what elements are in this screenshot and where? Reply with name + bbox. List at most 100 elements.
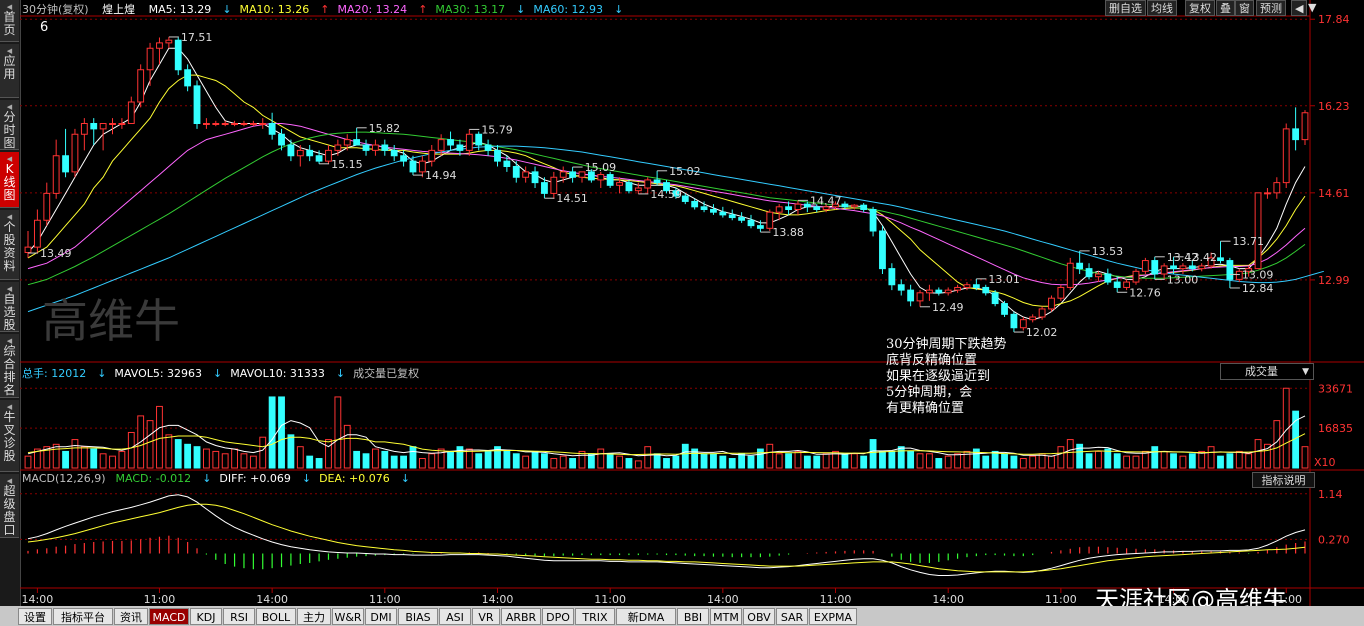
sidebar-tab[interactable]: ◀ 牛叉诊股	[0, 400, 19, 472]
indicator-tab[interactable]: KDJ	[190, 608, 222, 625]
toolbar-button[interactable]: 预测	[1256, 0, 1286, 16]
indicator-legend-item: MACD: -0.012	[115, 472, 192, 485]
sidebar-tab[interactable]: ◀ 首页	[0, 0, 19, 42]
candle-body	[306, 149, 314, 157]
y-tick-label: 16.23	[1318, 100, 1350, 113]
vol-ma-line-mavol10	[27, 433, 1306, 456]
sidebar-tab[interactable]: ◀ 超级盘口	[0, 474, 19, 538]
volume-bar	[794, 450, 802, 469]
price-label: 17.51	[181, 31, 213, 44]
volume-bar	[756, 448, 764, 469]
candle-body	[1141, 260, 1149, 272]
toolbar-button[interactable]: 窗	[1235, 0, 1254, 16]
volume-bar	[663, 458, 670, 469]
candle-body	[249, 123, 257, 125]
price-label: 13.01	[988, 273, 1020, 286]
price-label: 12.76	[1129, 286, 1161, 299]
volume-bar	[193, 446, 201, 469]
volume-bar	[710, 453, 717, 469]
indicator-tab[interactable]: RSI	[223, 608, 255, 625]
indicator-tab[interactable]: 设置	[18, 608, 52, 625]
toolbar-button[interactable]: 叠	[1216, 0, 1235, 16]
toolbar-button[interactable]: 删自选	[1105, 0, 1146, 16]
toolbar-button[interactable]: 复权	[1185, 0, 1215, 16]
sidebar-tab[interactable]: ◀ 综合排名	[0, 334, 19, 398]
candle-body	[616, 182, 623, 186]
sidebar-tab[interactable]: ◀ K线图	[0, 152, 19, 208]
sidebar-tab[interactable]: ◀ 应用	[0, 44, 19, 98]
indicator-tab[interactable]: SAR	[776, 608, 808, 625]
indicator-tab[interactable]: DMI	[365, 608, 397, 625]
candle-body	[1104, 273, 1112, 283]
volume-bar	[1207, 446, 1215, 469]
volume-bar	[728, 458, 736, 469]
sidebar: ◀ 首页 ◀ 应用 ◀ 分时图 ◀ K线图 ◀ 个股资料 ◀ 自选股 ◀ 综合排名 ◀ 牛叉诊股 ◀ 超级盘口	[0, 0, 21, 606]
candle-body	[1001, 303, 1008, 315]
volume-bar	[616, 455, 623, 469]
indicator-tab[interactable]: EXPMA	[809, 608, 857, 625]
volume-bar	[879, 450, 886, 469]
volume-bar	[156, 405, 163, 469]
candle-body	[1095, 273, 1102, 278]
volume-bar	[1048, 455, 1055, 469]
candle-body	[972, 284, 980, 288]
indicator-tab[interactable]: OBV	[743, 608, 775, 625]
indicator-tab[interactable]: BBI	[677, 608, 709, 625]
candle-body	[165, 39, 173, 44]
indicator-tab[interactable]: 新DMA	[616, 608, 676, 625]
volume-bar	[1010, 455, 1018, 469]
candle-body	[719, 211, 727, 216]
indicator-help-button[interactable]: 指标说明	[1252, 472, 1315, 488]
arrow-down-icon: ↓	[335, 367, 346, 380]
indicator-tab[interactable]: 资讯	[114, 608, 148, 625]
candle-body	[1085, 268, 1093, 278]
candle-body	[1226, 260, 1234, 280]
indicator-tab[interactable]: 指标平台	[53, 608, 113, 625]
candle-body	[381, 144, 389, 151]
indicator-tab[interactable]: MACD	[149, 608, 189, 625]
indicator-tab[interactable]: BIAS	[398, 608, 438, 625]
indicator-select[interactable]: 成交量 ▼	[1220, 363, 1314, 380]
chart-area[interactable]: 17.84 16.23 14.61 12.99 13.49 17.51 15.15 15.82…	[20, 0, 1364, 606]
volume-bar	[672, 455, 680, 469]
indicator-tab[interactable]: BOLL	[256, 608, 296, 625]
candle-body	[888, 268, 896, 286]
candle-body	[465, 133, 473, 151]
volume-bar	[212, 450, 220, 469]
candle-body	[1151, 260, 1159, 275]
y-tick-label: 1.14	[1318, 488, 1343, 501]
volume-bar	[1057, 446, 1065, 469]
sidebar-tab[interactable]: ◀ 自选股	[0, 282, 19, 332]
volume-bar	[822, 453, 830, 469]
volume-bar	[202, 448, 210, 469]
indicator-tab[interactable]: MTM	[710, 608, 742, 625]
indicator-tab[interactable]: VR	[472, 608, 500, 625]
volume-bar	[907, 450, 915, 469]
candle-body	[850, 204, 858, 208]
candle-body	[400, 155, 407, 162]
indicator-tab[interactable]: 主力	[297, 608, 331, 625]
candle-body	[146, 47, 154, 71]
indicator-tab[interactable]: ARBR	[501, 608, 541, 625]
candle-body	[315, 155, 323, 162]
indicator-tab[interactable]: TRIX	[575, 608, 615, 625]
volume-bar	[249, 455, 257, 469]
indicator-legend-item: MAVOL5: 32963	[114, 367, 203, 380]
volume-bar	[1170, 453, 1177, 469]
sidebar-tab[interactable]: ◀ 个股资料	[0, 210, 19, 280]
candle-body	[710, 209, 717, 213]
volume-bar	[897, 446, 905, 469]
toolbar-button[interactable]: 均线	[1147, 0, 1177, 16]
annotation-line: 底背反精确位置	[886, 353, 978, 368]
arrow-down-icon: ↓	[400, 472, 410, 485]
indicator-tab[interactable]: DPO	[542, 608, 574, 625]
volume-bar	[278, 396, 285, 469]
chevron-down-icon[interactable]: ▼	[1305, 0, 1319, 16]
volume-bar	[165, 434, 173, 469]
indicator-tab[interactable]: W&R	[332, 608, 364, 625]
candle-body	[231, 123, 238, 125]
candle-body	[1292, 128, 1300, 141]
chart-canvas[interactable]: 17.84 16.23 14.61 12.99 13.49 17.51 15.15 15.82…	[20, 0, 1364, 606]
sidebar-tab[interactable]: ◀ 分时图	[0, 100, 19, 150]
indicator-tab[interactable]: ASI	[439, 608, 471, 625]
